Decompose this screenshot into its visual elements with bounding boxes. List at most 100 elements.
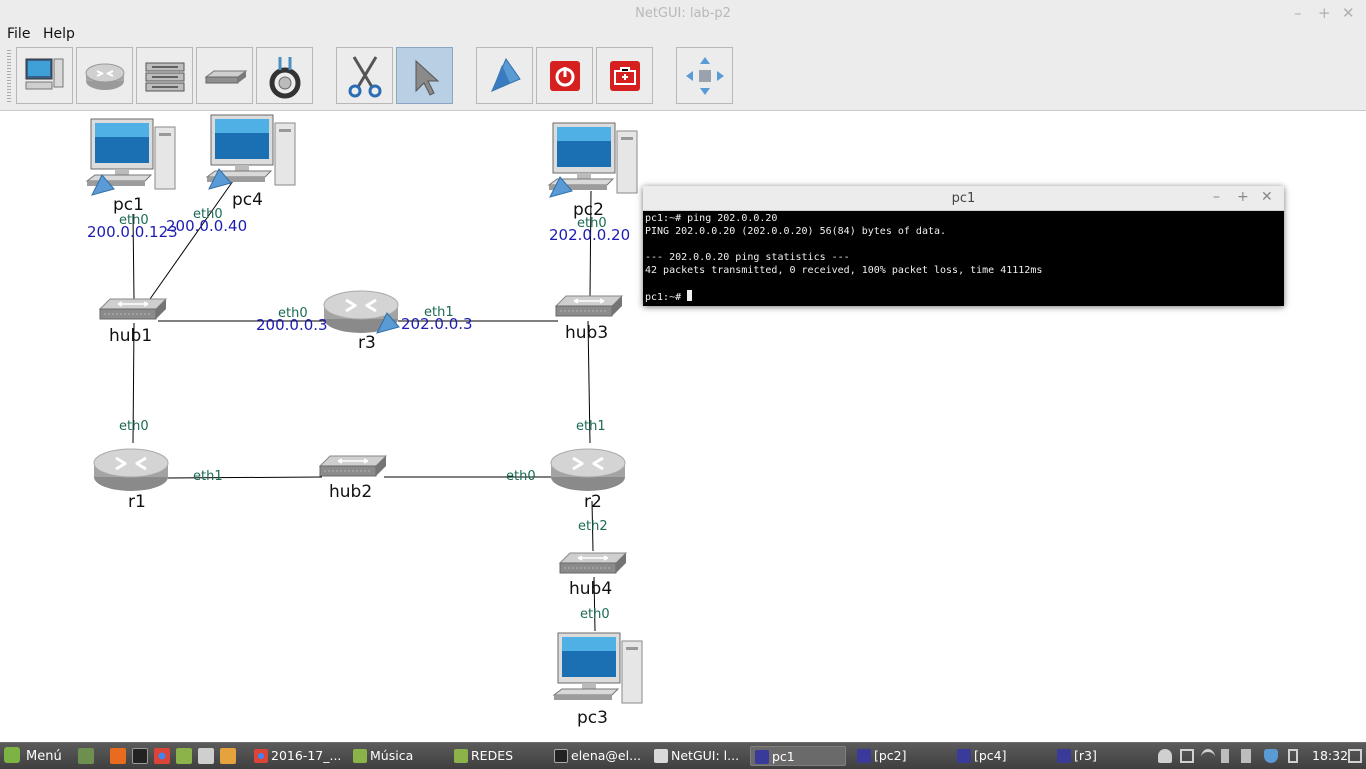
r2-eth1-label: eth1: [576, 419, 606, 434]
firefox-icon[interactable]: [110, 748, 126, 764]
menu-file[interactable]: File: [7, 26, 30, 42]
pc1-ip-label: 200.0.0.123: [87, 223, 178, 241]
task-redes[interactable]: REDES: [450, 746, 546, 766]
power-off-button[interactable]: [536, 47, 593, 104]
task-chrome[interactable]: 2016-17_...: [250, 746, 346, 766]
close-icon[interactable]: ✕: [1342, 4, 1355, 22]
menu-bar: File Help: [0, 26, 1366, 44]
show-desktop-icon[interactable]: [78, 748, 94, 764]
wifi-icon[interactable]: [1201, 749, 1215, 766]
terminal-output[interactable]: pc1:~# ping 202.0.0.20 PING 202.0.0.20 (…: [645, 212, 1042, 304]
router-icon: [85, 63, 125, 90]
start-button[interactable]: [476, 47, 533, 104]
add-cable-button[interactable]: [256, 47, 313, 104]
switch-icon: [145, 62, 185, 92]
pc4-node[interactable]: [206, 114, 296, 190]
pointer-icon: [415, 59, 440, 96]
delete-scissors-button[interactable]: [336, 47, 393, 104]
task-netgui[interactable]: NetGUI: l...: [650, 746, 746, 766]
terminal-prompt: pc1:~#: [645, 292, 688, 303]
hub4-label: hub4: [569, 579, 613, 599]
terminal-close-icon[interactable]: ✕: [1261, 189, 1273, 205]
terminal-line: pc1:~# ping 202.0.0.20: [645, 213, 778, 224]
task-label: [pc2]: [874, 748, 907, 763]
hub3-label: hub3: [565, 323, 609, 343]
user-icon[interactable]: [1158, 749, 1172, 763]
add-hub-button[interactable]: [196, 47, 253, 104]
scissors-icon: [348, 56, 382, 98]
pc2-node[interactable]: [548, 122, 638, 198]
task-label: pc1: [772, 749, 795, 764]
task-pc1[interactable]: pc1: [750, 746, 846, 766]
r1-label: r1: [128, 492, 146, 512]
r3-node[interactable]: [322, 289, 400, 335]
task-pc2[interactable]: [pc2]: [853, 746, 949, 766]
start-menu-button[interactable]: Menú: [4, 747, 62, 764]
pc3-label: pc3: [577, 708, 608, 728]
r1-node[interactable]: [92, 447, 170, 493]
toolbox-button[interactable]: [596, 47, 653, 104]
add-router-button[interactable]: [76, 47, 133, 104]
window-title: NetGUI: lab-p2: [635, 6, 731, 21]
r1-eth0-label: eth0: [119, 419, 149, 434]
move-arrows-icon: [686, 57, 724, 95]
files-launcher-icon[interactable]: [176, 748, 192, 764]
terminal-line: 42 packets transmitted, 0 received, 100%…: [645, 265, 1043, 276]
hub1-node[interactable]: [99, 298, 167, 320]
pc3-node[interactable]: [553, 632, 643, 704]
terminal-window-pc1[interactable]: pc1 – + ✕ pc1:~# ping 202.0.0.20 PING 20…: [643, 186, 1284, 306]
r2-node[interactable]: [549, 447, 627, 493]
task-r3[interactable]: [r3]: [1053, 746, 1149, 766]
task-label: 2016-17_...: [271, 748, 342, 763]
netgui-icon: [654, 749, 668, 763]
volume-icon[interactable]: [1221, 749, 1229, 763]
hub4-node[interactable]: [559, 552, 627, 574]
task-label: [pc4]: [974, 748, 1007, 763]
hub2-node[interactable]: [319, 455, 387, 477]
task-pc4[interactable]: [pc4]: [953, 746, 1049, 766]
task-terminal-elena[interactable]: elena@el...: [550, 746, 646, 766]
center-view-button[interactable]: [676, 47, 733, 104]
start-arrow-icon: [491, 57, 521, 92]
hub3-node[interactable]: [555, 295, 623, 317]
workspace-icon[interactable]: [1348, 749, 1362, 763]
terminal-cursor: [687, 290, 693, 301]
pidgin-icon[interactable]: [220, 748, 236, 764]
update-manager-icon[interactable]: [1180, 749, 1194, 763]
hub1-label: hub1: [109, 326, 153, 346]
terminal-pc-icon: [25, 58, 64, 90]
pc3-eth0-label: eth0: [580, 607, 610, 622]
toolbox-icon: [610, 61, 640, 91]
terminal-minimize-icon[interactable]: –: [1213, 189, 1220, 205]
pc1-label: pc1: [113, 195, 144, 215]
add-terminal-button[interactable]: [16, 47, 73, 104]
hub-icon: [204, 70, 248, 84]
bluetooth-icon[interactable]: [1288, 749, 1298, 763]
r3-eth1-ip-label: 202.0.0.3: [401, 315, 473, 333]
terminal-launcher-icon[interactable]: [132, 748, 148, 764]
terminal-line: PING 202.0.0.20 (202.0.0.20) 56(84) byte…: [645, 226, 947, 237]
menu-help[interactable]: Help: [43, 26, 75, 42]
terminal-maximize-icon[interactable]: +: [1237, 189, 1249, 205]
pc1-node[interactable]: [86, 118, 176, 196]
task-label: Música: [370, 748, 414, 763]
task-label: elena@el...: [571, 748, 642, 763]
select-pointer-button[interactable]: [396, 47, 453, 104]
r1-eth1-label: eth1: [193, 469, 223, 484]
r3-label: r3: [358, 333, 376, 353]
toolbar-grip[interactable]: [7, 50, 11, 104]
pc4-ip-label: 200.0.0.40: [166, 217, 248, 235]
clock[interactable]: 18:32: [1312, 748, 1348, 763]
task-musica[interactable]: Música: [349, 746, 445, 766]
minimize-icon[interactable]: –: [1294, 4, 1302, 22]
shield-icon[interactable]: [1264, 749, 1278, 763]
terminal-icon: [554, 749, 568, 763]
terminal-titlebar[interactable]: pc1 – + ✕: [643, 186, 1284, 211]
chrome-launcher-icon[interactable]: [154, 748, 170, 764]
calculator-icon[interactable]: [198, 748, 214, 764]
add-switch-button[interactable]: [136, 47, 193, 104]
xterm-icon: [957, 749, 971, 763]
window-titlebar: NetGUI: lab-p2 – + ✕: [0, 0, 1366, 27]
battery-icon[interactable]: [1241, 749, 1251, 763]
maximize-icon[interactable]: +: [1318, 4, 1331, 22]
